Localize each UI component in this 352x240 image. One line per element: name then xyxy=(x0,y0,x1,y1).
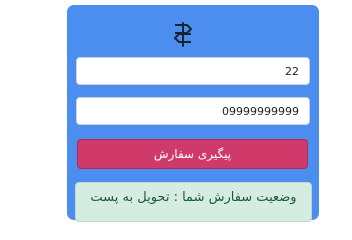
order-status-text: وضعیت سفارش شما : تحویل به پست xyxy=(90,190,297,205)
order-code-input[interactable] xyxy=(76,57,310,85)
track-order-button[interactable]: پیگیری سفارش xyxy=(77,139,308,169)
phone-input[interactable] xyxy=(76,97,310,125)
order-status-alert: وضعیت سفارش شما : تحویل به پست xyxy=(75,182,312,222)
signpost-icon xyxy=(174,22,192,47)
